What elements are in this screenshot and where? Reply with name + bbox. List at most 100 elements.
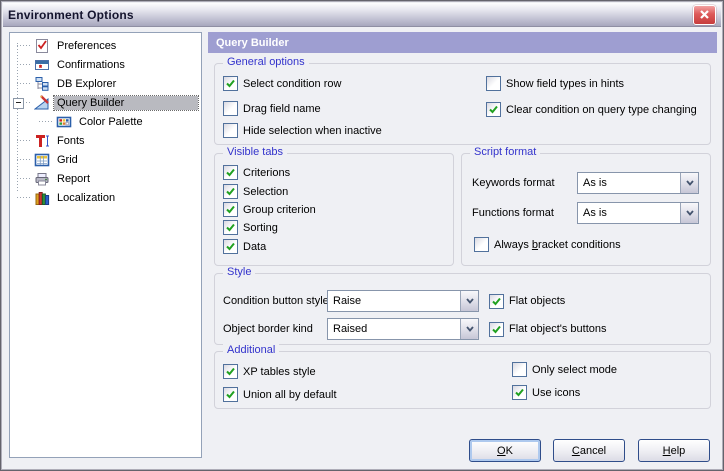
checkbox-icon[interactable]: [474, 237, 489, 252]
group-style: Style Condition button style Raise Objec…: [214, 273, 711, 345]
tree-item-grid[interactable]: Grid: [10, 150, 201, 169]
checkbox-sorting[interactable]: Sorting: [223, 219, 278, 236]
fonts-icon: [34, 133, 50, 149]
checkbox-label: Union all by default: [243, 389, 337, 401]
checkbox-flat-objects-buttons[interactable]: Flat object's buttons: [489, 318, 607, 340]
checkbox-icon[interactable]: [223, 239, 238, 254]
report-printer-icon: [34, 171, 50, 187]
checkbox-label: Select condition row: [243, 78, 341, 90]
confirm-dialog-icon: [34, 57, 50, 73]
selected-value: Raise: [328, 291, 460, 311]
checkbox-label: Use icons: [532, 387, 580, 399]
cancel-button-label: Cancel: [572, 445, 606, 457]
color-palette-icon: [56, 114, 72, 130]
checkbox-drag-field-name[interactable]: Drag field name: [223, 100, 321, 117]
keywords-format-select[interactable]: As is: [577, 172, 699, 194]
tree-item-preferences[interactable]: Preferences: [10, 36, 201, 55]
tree-item-db-explorer[interactable]: DB Explorer: [10, 74, 201, 93]
selected-value: Raised: [328, 319, 460, 339]
group-title: Script format: [470, 146, 540, 158]
checkbox-clear-condition[interactable]: Clear condition on query type changing: [486, 101, 697, 118]
checkbox-icon[interactable]: [512, 362, 527, 377]
tree-item-label: Confirmations: [54, 58, 128, 72]
titlebar[interactable]: Environment Options: [3, 3, 721, 27]
group-visible-tabs: Visible tabs Criterions Selection Group …: [214, 153, 454, 266]
collapse-expander-icon[interactable]: [13, 98, 24, 109]
checkbox-icon[interactable]: [223, 101, 238, 116]
condition-button-style-label: Condition button style: [223, 290, 329, 312]
group-title: Style: [223, 266, 255, 278]
checkbox-icon[interactable]: [223, 76, 238, 91]
db-explorer-icon: [34, 76, 50, 92]
checkbox-data[interactable]: Data: [223, 238, 266, 255]
checkbox-icon[interactable]: [486, 76, 501, 91]
help-button-label: Help: [663, 445, 686, 457]
chevron-down-icon[interactable]: [680, 203, 698, 223]
ok-button-label: OK: [497, 445, 513, 457]
checkbox-hide-selection-inactive[interactable]: Hide selection when inactive: [223, 122, 382, 139]
cancel-button[interactable]: Cancel: [553, 439, 625, 462]
tree-item-confirmations[interactable]: Confirmations: [10, 55, 201, 74]
ok-button[interactable]: OK: [469, 439, 541, 462]
tree-item-fonts[interactable]: Fonts: [10, 131, 201, 150]
checkbox-icon[interactable]: [489, 294, 504, 309]
checkbox-icon[interactable]: [223, 184, 238, 199]
close-button[interactable]: [693, 5, 716, 25]
group-title: Additional: [223, 344, 279, 356]
tree-item-localization[interactable]: Localization: [10, 188, 201, 207]
object-border-kind-select[interactable]: Raised: [327, 318, 479, 340]
condition-button-style-select[interactable]: Raise: [327, 290, 479, 312]
checkbox-icon[interactable]: [223, 123, 238, 138]
checkbox-union-all-by-default[interactable]: Union all by default: [223, 386, 337, 403]
group-title: General options: [223, 56, 309, 68]
chevron-down-icon[interactable]: [460, 319, 478, 339]
tree-item-color-palette[interactable]: Color Palette: [10, 112, 201, 131]
checkbox-icon[interactable]: [223, 364, 238, 379]
checkbox-label: XP tables style: [243, 366, 316, 378]
keywords-format-label: Keywords format: [472, 172, 555, 194]
checkbox-group-criterion[interactable]: Group criterion: [223, 201, 316, 218]
grid-icon: [34, 152, 50, 168]
tree-item-label: Report: [54, 172, 93, 186]
functions-format-label: Functions format: [472, 202, 554, 224]
tree-item-report[interactable]: Report: [10, 169, 201, 188]
checkbox-icon[interactable]: [223, 165, 238, 180]
checkbox-criterions[interactable]: Criterions: [223, 164, 290, 181]
checkbox-icon[interactable]: [223, 202, 238, 217]
checkbox-label: Drag field name: [243, 103, 321, 115]
environment-options-dialog: Environment Options Preferences Confirma…: [0, 0, 724, 471]
selected-value: As is: [578, 173, 680, 193]
checkbox-label: Flat object's buttons: [509, 323, 607, 335]
checkbox-show-field-types[interactable]: Show field types in hints: [486, 75, 624, 92]
checkbox-label: Always bracket conditions: [494, 239, 621, 251]
checkbox-flat-objects[interactable]: Flat objects: [489, 290, 565, 312]
tree-item-label: Fonts: [54, 134, 88, 148]
checkbox-icon[interactable]: [223, 220, 238, 235]
help-button[interactable]: Help: [638, 439, 710, 462]
checkbox-icon[interactable]: [489, 322, 504, 337]
query-builder-icon: [34, 95, 50, 111]
checkbox-label: Show field types in hints: [506, 78, 624, 90]
checkbox-xp-tables-style[interactable]: XP tables style: [223, 363, 316, 380]
tree-item-label: Query Builder: [54, 96, 198, 110]
checkbox-always-bracket-conditions[interactable]: Always bracket conditions: [474, 236, 621, 253]
group-script-format: Script format Keywords format As is Func…: [461, 153, 711, 266]
checkbox-icon[interactable]: [486, 102, 501, 117]
chevron-down-icon[interactable]: [460, 291, 478, 311]
checkbox-icon[interactable]: [512, 385, 527, 400]
chevron-down-icon[interactable]: [680, 173, 698, 193]
checkbox-use-icons[interactable]: Use icons: [512, 384, 580, 401]
checkbox-select-condition-row[interactable]: Select condition row: [223, 75, 341, 92]
localization-icon: [34, 190, 50, 206]
checkbox-label: Group criterion: [243, 204, 316, 216]
checklist-icon: [34, 38, 50, 54]
tree-item-label: DB Explorer: [54, 77, 119, 91]
tree-item-label: Grid: [54, 153, 81, 167]
tree-item-query-builder[interactable]: Query Builder: [10, 93, 201, 112]
checkbox-label: Sorting: [243, 222, 278, 234]
functions-format-select[interactable]: As is: [577, 202, 699, 224]
checkbox-only-select-mode[interactable]: Only select mode: [512, 361, 617, 378]
checkbox-selection[interactable]: Selection: [223, 183, 288, 200]
checkbox-icon[interactable]: [223, 387, 238, 402]
options-tree: Preferences Confirmations DB Explorer Qu…: [9, 32, 202, 458]
